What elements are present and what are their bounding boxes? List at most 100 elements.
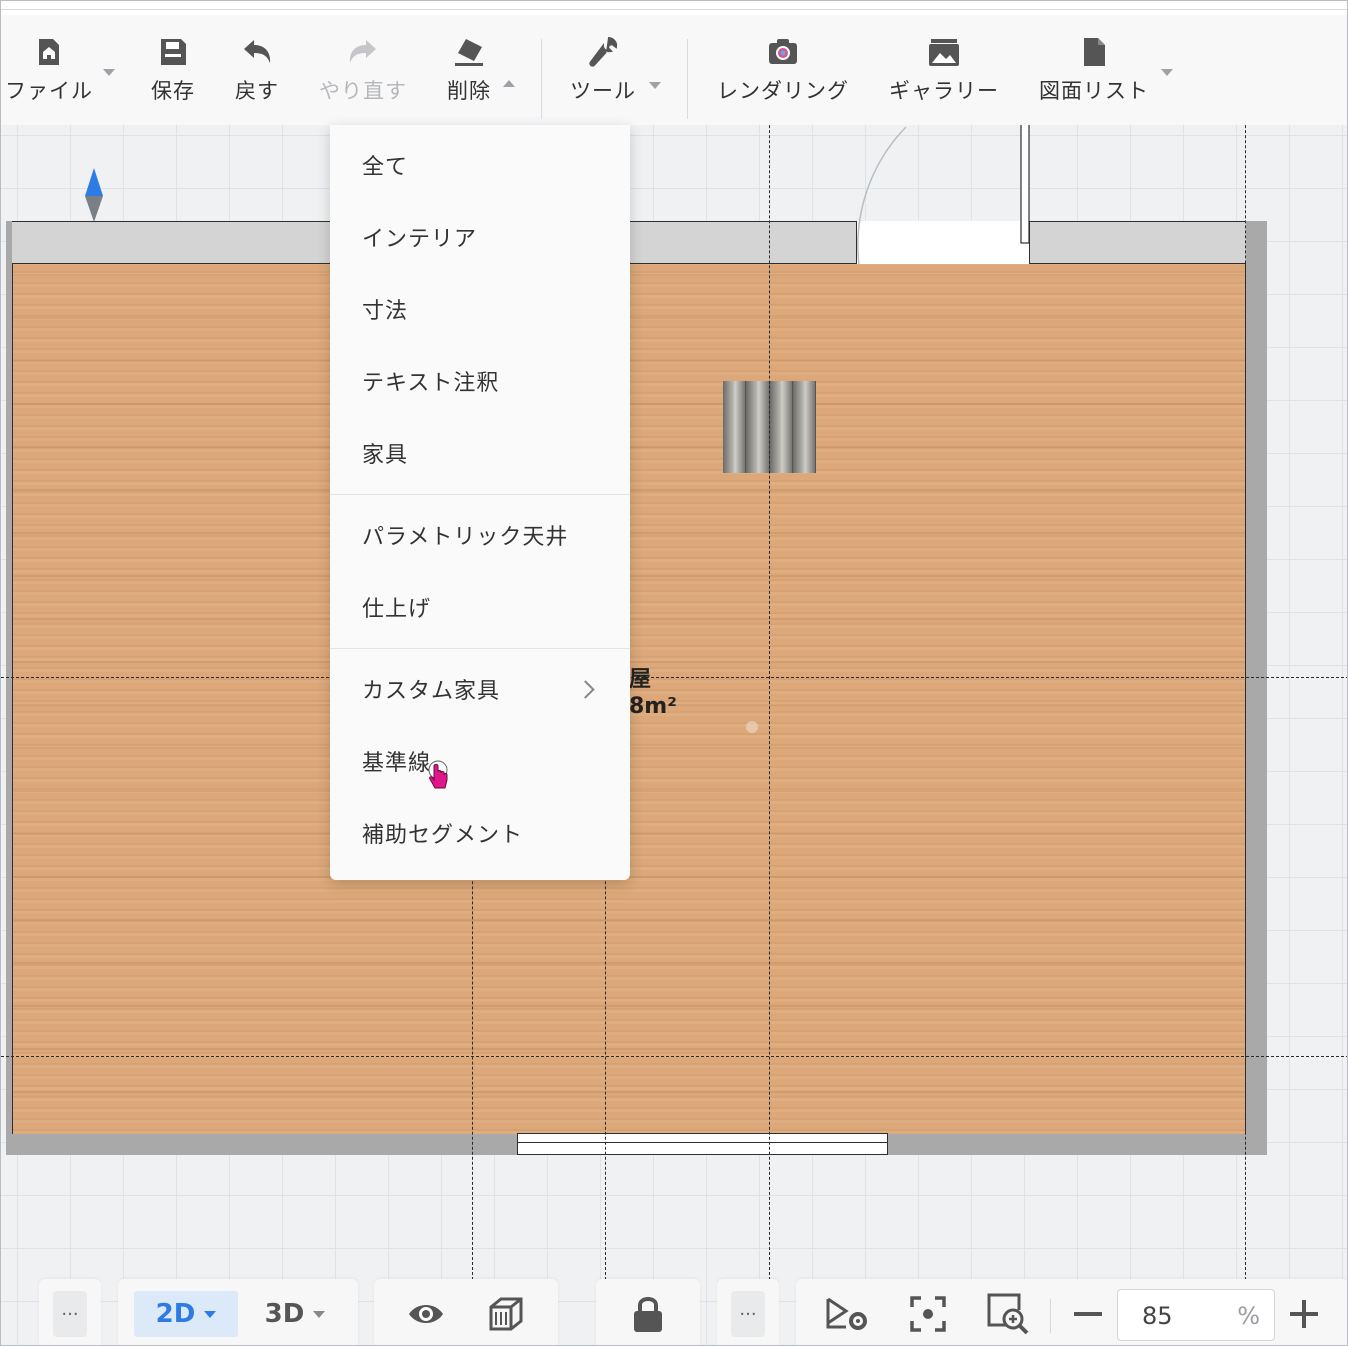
redo-icon xyxy=(349,40,376,63)
gallery-button[interactable]: ギャラリー xyxy=(885,35,1003,115)
menu-item-dimensions[interactable]: 寸法 xyxy=(330,280,630,344)
menu-item-finishes[interactable]: 仕上げ xyxy=(330,578,630,642)
save-button[interactable]: 保存 xyxy=(143,35,203,115)
reference-line-h2[interactable] xyxy=(1,1056,1347,1057)
tools-button[interactable]: ツール xyxy=(567,35,639,115)
menu-item-custom-furniture[interactable]: カスタム家具 xyxy=(330,660,630,724)
delete-dropdown-icon[interactable] xyxy=(503,80,515,87)
menu-item-label: 基準線 xyxy=(362,751,432,776)
door-swing-arc[interactable] xyxy=(851,121,1051,271)
zoom-separator xyxy=(1050,1299,1051,1333)
menu-item-label: インテリア xyxy=(362,227,478,252)
menu-item-label: テキスト注釈 xyxy=(362,371,500,396)
zoom-in-icon xyxy=(987,1293,1029,1335)
file-dropdown-icon[interactable] xyxy=(103,69,115,76)
toolbar-separator xyxy=(541,39,542,119)
menu-item-label: カスタム家具 xyxy=(362,679,501,704)
room-name: 屋 xyxy=(629,667,652,692)
wall-top-left[interactable] xyxy=(6,221,331,264)
room-label[interactable]: 屋 8m² xyxy=(629,666,677,720)
tools-dropdown-icon[interactable] xyxy=(649,82,661,89)
north-compass-icon[interactable] xyxy=(83,166,105,224)
drawing-list-button[interactable]: 図面リスト xyxy=(1035,35,1153,115)
zoom-out-button[interactable] xyxy=(1068,1291,1108,1337)
menu-separator xyxy=(330,494,630,495)
drawing-list-label: 図面リスト xyxy=(1039,79,1149,103)
delete-dropdown-menu: 全て インテリア 寸法 テキスト注釈 家具 パラメトリック天井 仕上げ カスタム… xyxy=(330,125,630,880)
menu-item-label: パラメトリック天井 xyxy=(362,525,569,550)
bottom-group-view: 2D 3D xyxy=(118,1279,358,1345)
menu-item-label: 仕上げ xyxy=(362,597,432,622)
view-settings-icon xyxy=(826,1297,867,1330)
redo-button[interactable]: やり直す xyxy=(315,35,411,115)
menu-item-reference-lines[interactable]: 基準線 xyxy=(330,732,630,796)
undo-icon xyxy=(244,40,271,63)
bottom-group-more-2: ··· xyxy=(717,1279,779,1345)
cube-icon xyxy=(489,1297,523,1331)
toolbar-top-border xyxy=(1,9,1347,10)
fit-view-button[interactable] xyxy=(904,1291,952,1337)
3d-box-button[interactable] xyxy=(484,1291,528,1337)
view-3d-caret-icon xyxy=(313,1310,326,1318)
focus-icon xyxy=(910,1296,946,1332)
visibility-button[interactable] xyxy=(404,1291,448,1337)
file-button[interactable]: ファイル xyxy=(1,35,97,115)
rendering-button[interactable]: レンダリング xyxy=(713,35,853,115)
redo-label: やり直す xyxy=(319,79,407,103)
lock-button[interactable] xyxy=(626,1291,670,1337)
drawing-list-dropdown-icon[interactable] xyxy=(1161,69,1173,76)
bottom-group-display xyxy=(374,1279,558,1345)
hand-pointer-cursor-icon xyxy=(428,760,448,789)
menu-item-all[interactable]: 全て xyxy=(330,136,630,200)
camera-icon xyxy=(769,39,797,64)
reference-line-v4[interactable] xyxy=(1245,15,1246,1285)
delete-button[interactable]: 削除 xyxy=(439,35,499,115)
view-settings-button[interactable] xyxy=(822,1291,872,1337)
home-file-icon xyxy=(39,39,59,65)
app-window: 屋 8m² ファイル 保存 戻す やり直す 削除 ツール レンダリング ギャラリ… xyxy=(0,0,1348,1346)
zoom-area-button[interactable] xyxy=(984,1291,1032,1337)
menu-item-furniture[interactable]: 家具 xyxy=(330,424,630,488)
view-3d-label: 3D xyxy=(264,1299,305,1329)
save-label: 保存 xyxy=(151,79,195,103)
zoom-unit: % xyxy=(1237,1302,1260,1330)
room-area: 8m² xyxy=(629,694,677,719)
more-options-button[interactable]: ··· xyxy=(53,1291,87,1337)
menu-item-label: 補助セグメント xyxy=(362,823,524,848)
main-toolbar: ファイル 保存 戻す やり直す 削除 ツール レンダリング ギャラリー 図面リス… xyxy=(1,1,1347,125)
gallery-icon xyxy=(929,39,959,66)
minus-icon xyxy=(1074,1312,1102,1316)
more-label: ··· xyxy=(61,1303,79,1325)
eye-icon xyxy=(409,1305,443,1323)
zoom-value: 85 xyxy=(1142,1302,1173,1330)
menu-item-parametric-ceiling[interactable]: パラメトリック天井 xyxy=(330,506,630,570)
more-options-button-2[interactable]: ··· xyxy=(731,1291,765,1337)
menu-item-auxiliary-segments[interactable]: 補助セグメント xyxy=(330,804,630,868)
zoom-in-button[interactable] xyxy=(1284,1291,1324,1337)
delete-label: 削除 xyxy=(447,79,491,103)
wrench-icon xyxy=(589,37,618,67)
undo-label: 戻す xyxy=(235,79,279,103)
more-label-2: ··· xyxy=(739,1303,757,1325)
wall-right[interactable] xyxy=(1246,221,1267,1155)
view-2d-button[interactable]: 2D xyxy=(134,1291,238,1337)
rendering-label: レンダリング xyxy=(717,79,849,103)
menu-item-label: 全て xyxy=(362,155,409,180)
file-label: ファイル xyxy=(5,79,93,103)
menu-item-interior[interactable]: インテリア xyxy=(330,208,630,272)
room-center-dot xyxy=(746,721,758,733)
bottom-group-more: ··· xyxy=(39,1279,101,1345)
menu-item-text-annotation[interactable]: テキスト注釈 xyxy=(330,352,630,416)
reference-line-v3[interactable] xyxy=(769,15,770,1285)
view-2d-label: 2D xyxy=(155,1299,196,1329)
undo-button[interactable]: 戻す xyxy=(227,35,287,115)
zoom-input[interactable]: 85 % xyxy=(1117,1289,1275,1341)
gallery-label: ギャラリー xyxy=(889,79,999,103)
save-icon xyxy=(161,39,186,65)
wall-top-right[interactable] xyxy=(1029,221,1267,264)
window-bottom[interactable] xyxy=(517,1133,888,1155)
view-3d-button[interactable]: 3D xyxy=(250,1291,340,1337)
bottom-group-lock xyxy=(596,1279,700,1345)
menu-separator xyxy=(330,648,630,649)
wall-top-middle[interactable] xyxy=(629,221,857,264)
